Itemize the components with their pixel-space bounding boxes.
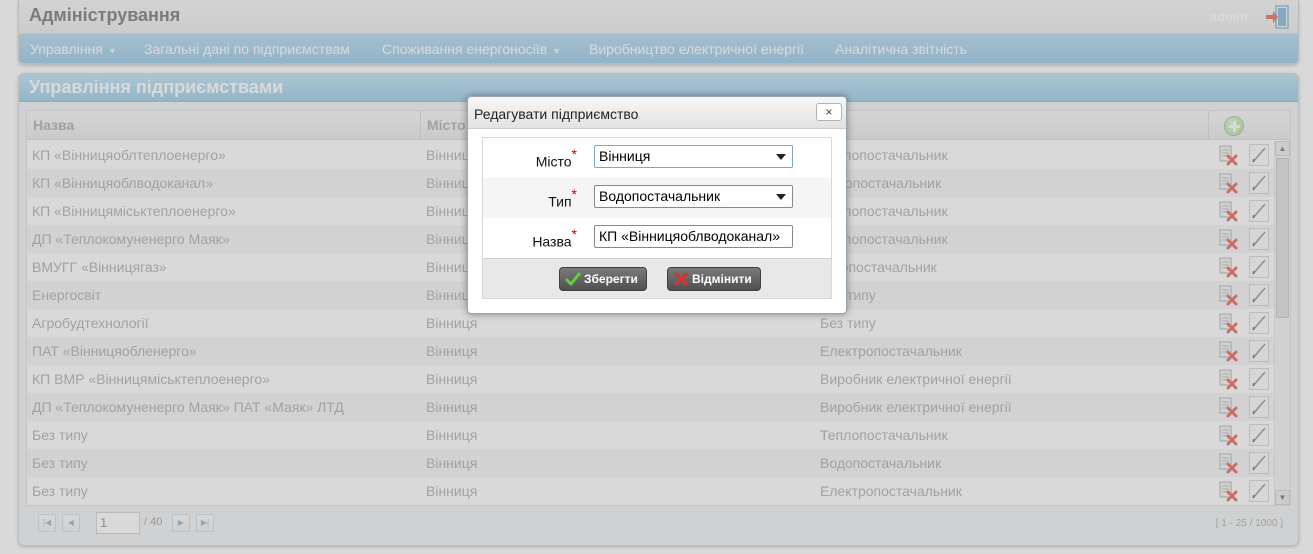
city-select[interactable]: Вінниця bbox=[594, 145, 793, 168]
type-label: Тип* bbox=[548, 186, 577, 210]
form-row-city: Місто* Вінниця bbox=[483, 138, 831, 178]
required-mark: * bbox=[571, 186, 577, 202]
city-label: Місто* bbox=[535, 146, 577, 170]
required-mark: * bbox=[571, 146, 577, 162]
cross-icon bbox=[674, 272, 688, 286]
required-mark: * bbox=[571, 226, 577, 242]
dropdown-arrow-icon bbox=[776, 194, 786, 200]
dropdown-arrow-icon bbox=[776, 154, 786, 160]
dialog-form: Місто* Вінниця Тип* Водопостачальник Наз… bbox=[482, 137, 832, 299]
checkmark-icon bbox=[565, 272, 581, 286]
form-row-name: Назва* КП «Вінницяоблводоканал» bbox=[483, 218, 831, 258]
form-row-type: Тип* Водопостачальник bbox=[483, 178, 831, 218]
type-select[interactable]: Водопостачальник bbox=[594, 185, 793, 208]
cancel-button[interactable]: Відмінити bbox=[667, 267, 761, 291]
edit-enterprise-dialog: Редагувати підприємство × Місто* Вінниця… bbox=[467, 96, 847, 314]
name-label: Назва* bbox=[532, 226, 577, 250]
save-button[interactable]: Зберегти bbox=[559, 267, 647, 291]
dialog-actions: Зберегти Відмінити bbox=[483, 258, 831, 298]
close-button[interactable]: × bbox=[816, 103, 842, 121]
dialog-titlebar[interactable]: Редагувати підприємство × bbox=[468, 97, 846, 129]
dialog-title: Редагувати підприємство bbox=[474, 106, 639, 122]
name-input[interactable]: КП «Вінницяоблводоканал» bbox=[594, 225, 793, 248]
